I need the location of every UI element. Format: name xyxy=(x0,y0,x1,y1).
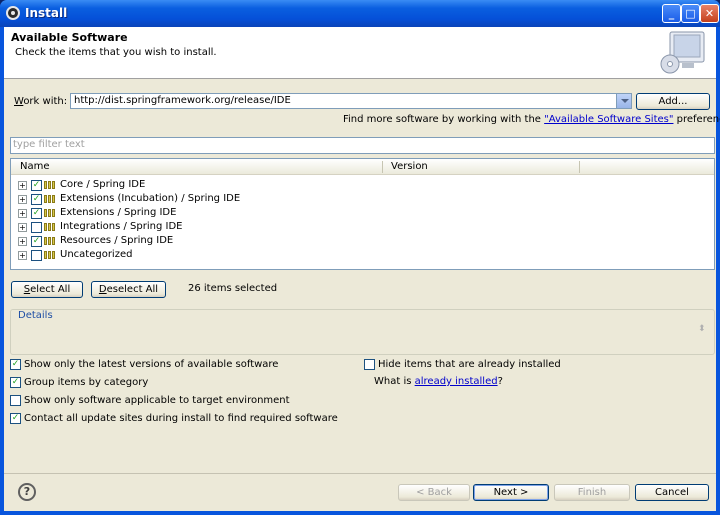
option-group-label: Group items by category xyxy=(24,377,149,388)
expand-icon[interactable]: + xyxy=(18,223,27,232)
eclipse-icon xyxy=(6,6,20,20)
checkbox-latest[interactable]: ✓ xyxy=(10,359,21,370)
checkbox-contact[interactable]: ✓ xyxy=(10,413,21,424)
banner-subtitle: Check the items that you wish to install… xyxy=(15,47,217,58)
details-label: Details xyxy=(16,310,55,321)
details-group xyxy=(10,309,715,355)
tree-row[interactable]: + ✓ Core / Spring IDE xyxy=(11,178,714,192)
window-title: Install xyxy=(25,6,68,20)
tree-row[interactable]: + ✓ Resources / Spring IDE xyxy=(11,234,714,248)
checkbox-group[interactable]: ✓ xyxy=(10,377,21,388)
install-window: Install _ □ ✕ Available Software Check t… xyxy=(0,0,720,515)
tree-row-label: Uncategorized xyxy=(60,249,133,260)
checkbox-applicable[interactable] xyxy=(10,395,21,406)
already-installed-link[interactable]: already installed xyxy=(415,376,498,387)
add-site-button[interactable]: Add... xyxy=(636,93,710,110)
expand-icon[interactable]: + xyxy=(18,181,27,190)
expand-icon[interactable]: + xyxy=(18,195,27,204)
dialog-client: Available Software Check the items that … xyxy=(4,27,720,511)
tree-row[interactable]: + ✓ Extensions (Incubation) / Spring IDE xyxy=(11,192,714,206)
maximize-button[interactable]: □ xyxy=(681,4,700,23)
tree-row-label: Extensions / Spring IDE xyxy=(60,207,177,218)
expand-icon[interactable]: + xyxy=(18,237,27,246)
tree-row-label: Integrations / Spring IDE xyxy=(60,221,183,232)
chevron-down-icon[interactable] xyxy=(616,94,631,108)
wizard-banner: Available Software Check the items that … xyxy=(4,27,716,79)
option-applicable-label: Show only software applicable to target … xyxy=(24,395,290,406)
option-latest-label: Show only the latest versions of availab… xyxy=(24,359,279,370)
feature-category-icon xyxy=(44,209,56,217)
software-tree[interactable]: Name Version + ✓ Core / Spring IDE + ✓ Extens… xyxy=(10,158,715,270)
back-button[interactable]: < Back xyxy=(398,484,470,501)
feature-category-icon xyxy=(44,181,56,189)
work-with-label: Work with: xyxy=(14,96,68,107)
tree-row-label: Extensions (Incubation) / Spring IDE xyxy=(60,193,241,204)
title-bar[interactable]: Install _ □ ✕ xyxy=(0,0,720,27)
tree-row-label: Resources / Spring IDE xyxy=(60,235,174,246)
select-all-button[interactable]: Select All xyxy=(11,281,83,298)
work-with-value: http://dist.springframework.org/release/… xyxy=(74,95,291,106)
column-version[interactable]: Version xyxy=(391,161,428,172)
option-contact-label: Contact all update sites during install … xyxy=(24,413,338,424)
feature-category-icon xyxy=(44,223,56,231)
checkbox-hide-installed[interactable] xyxy=(364,359,375,370)
tree-row[interactable]: + Integrations / Spring IDE xyxy=(11,220,714,234)
details-scroll-icon: ⬍ xyxy=(698,324,706,334)
tree-row-label: Core / Spring IDE xyxy=(60,179,146,190)
column-name[interactable]: Name xyxy=(20,161,50,172)
row-checkbox[interactable]: ✓ xyxy=(31,180,42,191)
tree-header: Name Version xyxy=(11,159,714,175)
tree-row[interactable]: + Uncategorized xyxy=(11,248,714,262)
row-checkbox[interactable]: ✓ xyxy=(31,236,42,247)
what-is-installed: What is already installed? xyxy=(374,376,503,387)
install-computer-icon xyxy=(660,31,705,74)
option-hide-label: Hide items that are already installed xyxy=(378,359,561,370)
footer-separator xyxy=(4,473,716,474)
cancel-button[interactable]: Cancel xyxy=(635,484,709,501)
work-with-combo[interactable]: http://dist.springframework.org/release/… xyxy=(70,93,632,109)
banner-title: Available Software xyxy=(11,31,128,44)
help-icon[interactable]: ? xyxy=(18,483,36,501)
deselect-all-button[interactable]: Deselect All xyxy=(91,281,166,298)
filter-input[interactable]: type filter text xyxy=(10,137,715,154)
sites-line: Find more software by working with the "… xyxy=(343,114,720,125)
selected-count: 26 items selected xyxy=(188,283,278,294)
available-sites-link[interactable]: "Available Software Sites" xyxy=(544,114,673,125)
row-checkbox[interactable]: ✓ xyxy=(31,208,42,219)
feature-category-icon xyxy=(44,195,56,203)
finish-button[interactable]: Finish xyxy=(554,484,630,501)
expand-icon[interactable]: + xyxy=(18,251,27,260)
feature-category-icon xyxy=(44,237,56,245)
row-checkbox[interactable] xyxy=(31,250,42,261)
feature-category-icon xyxy=(44,251,56,259)
close-button[interactable]: ✕ xyxy=(700,4,719,23)
expand-icon[interactable]: + xyxy=(18,209,27,218)
minimize-button[interactable]: _ xyxy=(662,4,681,23)
next-button[interactable]: Next > xyxy=(473,484,549,501)
row-checkbox[interactable] xyxy=(31,222,42,233)
tree-row[interactable]: + ✓ Extensions / Spring IDE xyxy=(11,206,714,220)
row-checkbox[interactable]: ✓ xyxy=(31,194,42,205)
